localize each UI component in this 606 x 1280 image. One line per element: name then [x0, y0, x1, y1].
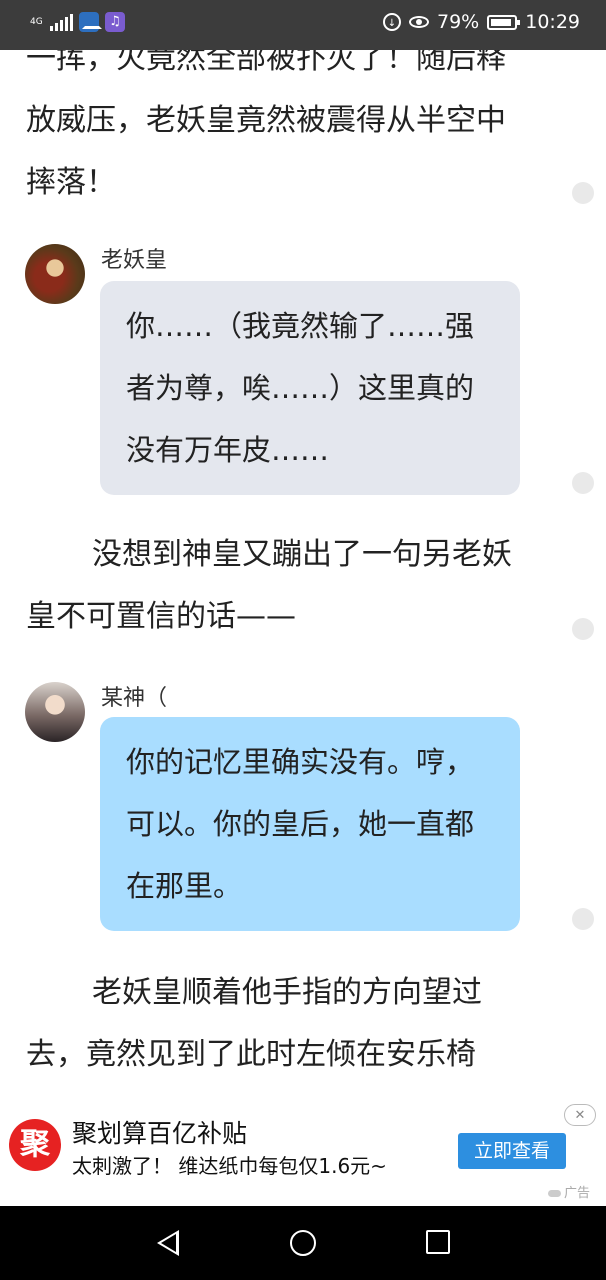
- ad-banner[interactable]: 聚 聚划算百亿补贴 太刺激了！ 维达纸巾每包仅1.6元~ 立即查看 ✕ 广告: [0, 1100, 606, 1206]
- avatar-old-demon-emperor[interactable]: [25, 244, 85, 304]
- data-saver-icon: ↓: [383, 13, 401, 31]
- ad-description[interactable]: 太刺激了！ 维达纸巾每包仅1.6元~: [72, 1150, 387, 1179]
- close-icon[interactable]: ✕: [564, 1104, 596, 1126]
- dialogue-bubble: 你的记忆里确实没有。哼，可以。你的皇后，她一直都在那里。: [100, 717, 520, 931]
- paragraph-top: 一挥，火竟然全部被扑灭了！随后释放威压，老妖皇竟然被震得从半空中摔落！: [26, 50, 506, 200]
- speaker-name: 老妖皇: [101, 248, 168, 273]
- comment-dot[interactable]: [572, 472, 594, 494]
- home-icon[interactable]: [290, 1230, 316, 1256]
- comment-dot[interactable]: [572, 908, 594, 930]
- battery-icon: [487, 14, 521, 30]
- ad-logo[interactable]: 聚: [9, 1119, 61, 1171]
- ad-view-button[interactable]: 立即查看: [458, 1133, 566, 1169]
- clock: 10:29: [525, 11, 580, 33]
- paragraph-bottom: 老妖皇顺着他手指的方向望过去，竟然见到了此时左倾在安乐椅: [26, 975, 482, 1072]
- ad-label: 广告: [548, 1182, 590, 1201]
- ad-title[interactable]: 聚划算百亿补贴: [72, 1114, 247, 1150]
- recent-apps-icon[interactable]: [426, 1230, 450, 1254]
- signal-icon: [50, 13, 73, 31]
- network-type: 4G: [30, 16, 43, 27]
- speaker-name: 某神（: [101, 686, 168, 711]
- app-notification-icon: [79, 12, 102, 32]
- dialogue-bubble: 你……（我竟然输了……强者为尊，唉……）这里真的没有万年皮……: [100, 281, 520, 495]
- status-bar: 4G ♫ ↓ 79% 10:29: [0, 0, 606, 50]
- cloud-icon: [548, 1190, 561, 1197]
- avatar-god[interactable]: [25, 682, 85, 742]
- paragraph-middle: 没想到神皇又蹦出了一句另老妖皇不可置信的话——: [26, 537, 512, 634]
- navigation-bar: [0, 1206, 606, 1280]
- comment-dot[interactable]: [572, 618, 594, 640]
- reader-content[interactable]: 一挥，火竟然全部被扑灭了！随后释放威压，老妖皇竟然被震得从半空中摔落！ 老妖皇 …: [0, 50, 606, 1100]
- back-icon[interactable]: [157, 1230, 179, 1256]
- music-icon: ♫: [105, 12, 125, 32]
- ad-label-text: 广告: [564, 1186, 591, 1201]
- comment-dot[interactable]: [572, 182, 594, 204]
- battery-percent: 79%: [437, 11, 480, 33]
- eye-comfort-icon: [409, 16, 429, 28]
